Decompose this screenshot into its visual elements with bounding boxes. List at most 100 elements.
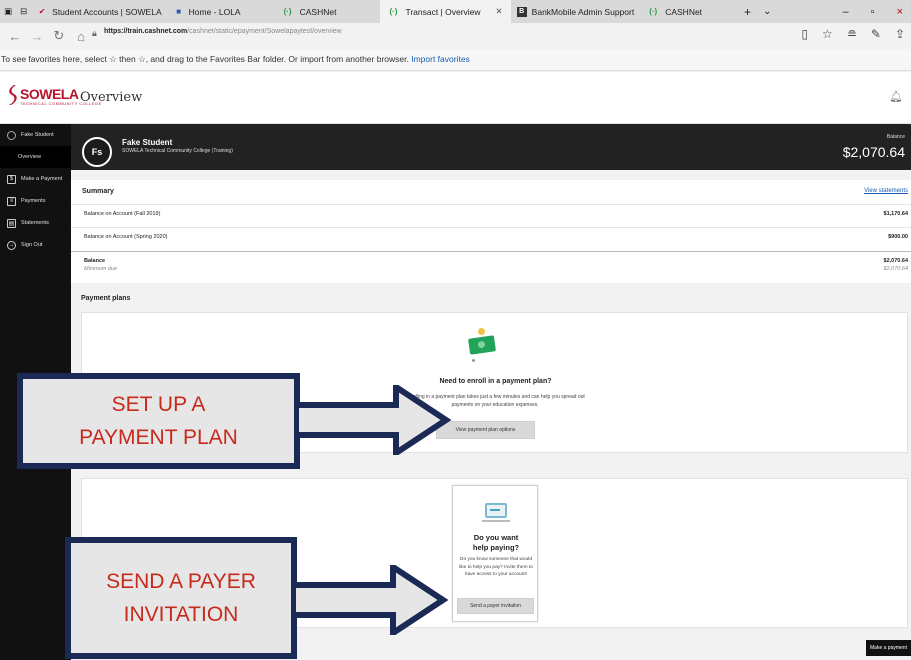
minimize-icon[interactable]: – xyxy=(843,6,849,18)
refresh-icon[interactable]: ↻ xyxy=(48,28,70,44)
payer-text: Do you know someone that would like to h… xyxy=(459,557,533,577)
document-icon: ▤ xyxy=(7,218,16,228)
sidebar-item-make-payment[interactable]: $ Make a Payment xyxy=(0,168,71,190)
tab-label: Home - LOLA xyxy=(188,6,241,17)
app-header: SOWELA TECHNICAL COMMUNITY COLLEGE Overv… xyxy=(0,72,911,124)
arrow-to-payment-plan-icon xyxy=(296,385,452,455)
maximize-icon[interactable]: ▫ xyxy=(871,6,875,18)
set-aside-tabs-icon[interactable]: ⊟ xyxy=(16,0,31,23)
lock-icon: 🔒︎ xyxy=(92,28,97,38)
favorites-icon[interactable]: ≘ xyxy=(847,27,857,41)
url-path: /cashnet/static/epayment/Sowelapaytest/o… xyxy=(187,28,342,35)
view-statements-link[interactable]: View statements xyxy=(864,188,908,194)
browser-tab[interactable]: ■ Home - LOLA xyxy=(168,0,247,23)
sidebar-item-profile[interactable]: Fake Student xyxy=(0,124,71,146)
close-window-icon[interactable]: × xyxy=(897,6,903,18)
tab-actions-icon[interactable]: ▣ xyxy=(4,6,12,17)
url-field[interactable]: https://train.cashnet.com/cashnet/static… xyxy=(104,28,342,35)
summary-row-label: Balance on Account (Spring 2020) xyxy=(84,234,168,240)
plus-icon[interactable]: + xyxy=(744,5,751,19)
payer-heading: Do you want help paying? xyxy=(472,533,520,552)
tab-favicon: (·) xyxy=(389,7,398,16)
tab-label: BankMobile Admin Support xyxy=(531,6,635,17)
sidebar-item-overview[interactable]: Overview xyxy=(0,146,71,168)
sidebar-item-payments[interactable]: ≡ Payments xyxy=(0,190,71,212)
browser-tab-bar: ▣ ⊟ ✔ Student Accounts | SOWELA ■ Home - L… xyxy=(0,0,911,23)
balance-label: Balance xyxy=(886,134,905,140)
arrow-to-payer-invitation-icon xyxy=(293,565,449,635)
favorite-star-icon[interactable]: ☆ xyxy=(822,27,833,41)
share-icon[interactable]: ⇪ xyxy=(895,27,905,41)
logo-text: SOWELA xyxy=(20,86,79,102)
send-payer-invitation-button[interactable]: Send a payer invitation xyxy=(457,598,534,614)
tab-favicon: ■ xyxy=(176,7,182,16)
summary-row: Balance on Account (Fall 2019) $1,170.64 xyxy=(71,204,911,227)
summary-row-value: $1,170.64 xyxy=(883,211,908,217)
minimum-due-label: Minimum due xyxy=(84,266,118,272)
balance-value: $2,070.64 xyxy=(842,144,905,160)
avatar: Fs xyxy=(82,137,112,167)
coin-small-icon xyxy=(472,359,475,362)
payment-plans-title: Payment plans xyxy=(81,295,131,302)
callout-send-payer-invitation: SEND A PAYER INVITATION xyxy=(65,537,297,659)
summary-row-label: Balance xyxy=(84,258,106,264)
laptop-icon xyxy=(485,503,507,518)
browser-tab-active[interactable]: (·) Transact | Overview ✕ xyxy=(380,0,511,23)
browser-toolbar: ▯ ☆ ≘ ✎ ⇪ xyxy=(801,27,905,41)
back-tabs-icon[interactable]: ⊟ xyxy=(20,6,27,17)
tab-label: Student Accounts | SOWELA xyxy=(52,6,162,17)
tab-favicon: ✔ xyxy=(38,7,46,16)
summary-row: Balance on Account (Spring 2020) $900.00 xyxy=(71,227,911,250)
sowela-logo-icon xyxy=(9,85,17,105)
student-banner: Fs Fake Student SOWELA Technical Communi… xyxy=(71,124,911,170)
address-bar: ← → ↻ ⌂ 🔒︎ https://train.cashnet.com/cas… xyxy=(0,23,911,49)
favorites-bar: To see favorites here, select ☆ then ☆, … xyxy=(0,49,911,71)
payment-icon: $ xyxy=(7,174,16,184)
home-icon[interactable]: ⌂ xyxy=(70,29,92,44)
browser-tab[interactable]: B BankMobile Admin Support xyxy=(511,0,641,23)
sidebar-item-label: Statements xyxy=(21,220,49,226)
user-icon xyxy=(7,130,16,140)
tab-label: CASHNet xyxy=(665,6,703,17)
tab-favicon: (·) xyxy=(649,7,658,16)
forward-arrow-icon[interactable]: → xyxy=(26,29,48,44)
tab-actions-icon[interactable]: ▣ xyxy=(0,0,16,23)
list-icon: ≡ xyxy=(7,196,16,206)
payer-invitation-card: Do you want help paying? Do you know som… xyxy=(452,485,538,622)
minimum-due-value: $2,070.64 xyxy=(883,266,908,272)
browser-tab[interactable]: (·) CASHNet xyxy=(640,0,708,23)
callout-set-up-payment-plan: SET UP A PAYMENT PLAN xyxy=(17,373,300,469)
pen-icon[interactable]: ✎ xyxy=(871,27,881,41)
browser-tab[interactable]: (·) CASHNet xyxy=(247,0,343,23)
sidebar-item-label: Payments xyxy=(21,198,46,204)
summary-row-total: Balance $2,070.64 Minimum due $2,070.64 xyxy=(71,251,911,283)
summary-card: Summary View statements Balance on Accou… xyxy=(71,180,911,283)
student-school: SOWELA Technical Community College (Trai… xyxy=(122,148,233,154)
sidebar-item-sign-out[interactable]: → Sign Out xyxy=(0,234,71,256)
money-icon xyxy=(468,335,496,355)
callout-text: SEND A PAYER INVITATION xyxy=(106,570,256,626)
favorites-hint: To see favorites here, select ☆ then ☆, … xyxy=(1,54,409,64)
reading-view-icon[interactable]: ▯ xyxy=(801,27,808,41)
summary-row-value: $900.00 xyxy=(888,234,908,240)
summary-row-label: Balance on Account (Fall 2019) xyxy=(84,211,161,217)
coin-icon xyxy=(478,328,485,335)
chevron-down-icon[interactable]: ⌄ xyxy=(763,6,771,17)
tab-favicon: (·) xyxy=(283,7,292,16)
sidebar-item-label: Make a Payment xyxy=(21,176,63,182)
bell-icon[interactable]: 🔔︎ xyxy=(889,90,903,103)
page-title: Overview xyxy=(80,90,143,105)
make-payment-button[interactable]: Make a payment xyxy=(866,640,911,656)
back-arrow-icon[interactable]: ← xyxy=(4,29,26,44)
sign-out-icon: → xyxy=(7,240,16,250)
sidebar-item-label: Sign Out xyxy=(21,242,43,248)
import-favorites-link[interactable]: Import favorites xyxy=(411,54,470,64)
new-tab-button[interactable]: + ⌄ xyxy=(738,0,777,23)
sidebar-item-statements[interactable]: ▤ Statements xyxy=(0,212,71,234)
browser-tab[interactable]: ✔ Student Accounts | SOWELA xyxy=(31,0,167,23)
close-tab-icon[interactable]: ✕ xyxy=(496,6,503,17)
url-host: https://train.cashnet.com xyxy=(104,28,188,35)
tab-favicon: B xyxy=(516,6,527,17)
summary-row-value: $2,070.64 xyxy=(883,258,908,264)
tab-label: Transact | Overview xyxy=(405,6,481,17)
